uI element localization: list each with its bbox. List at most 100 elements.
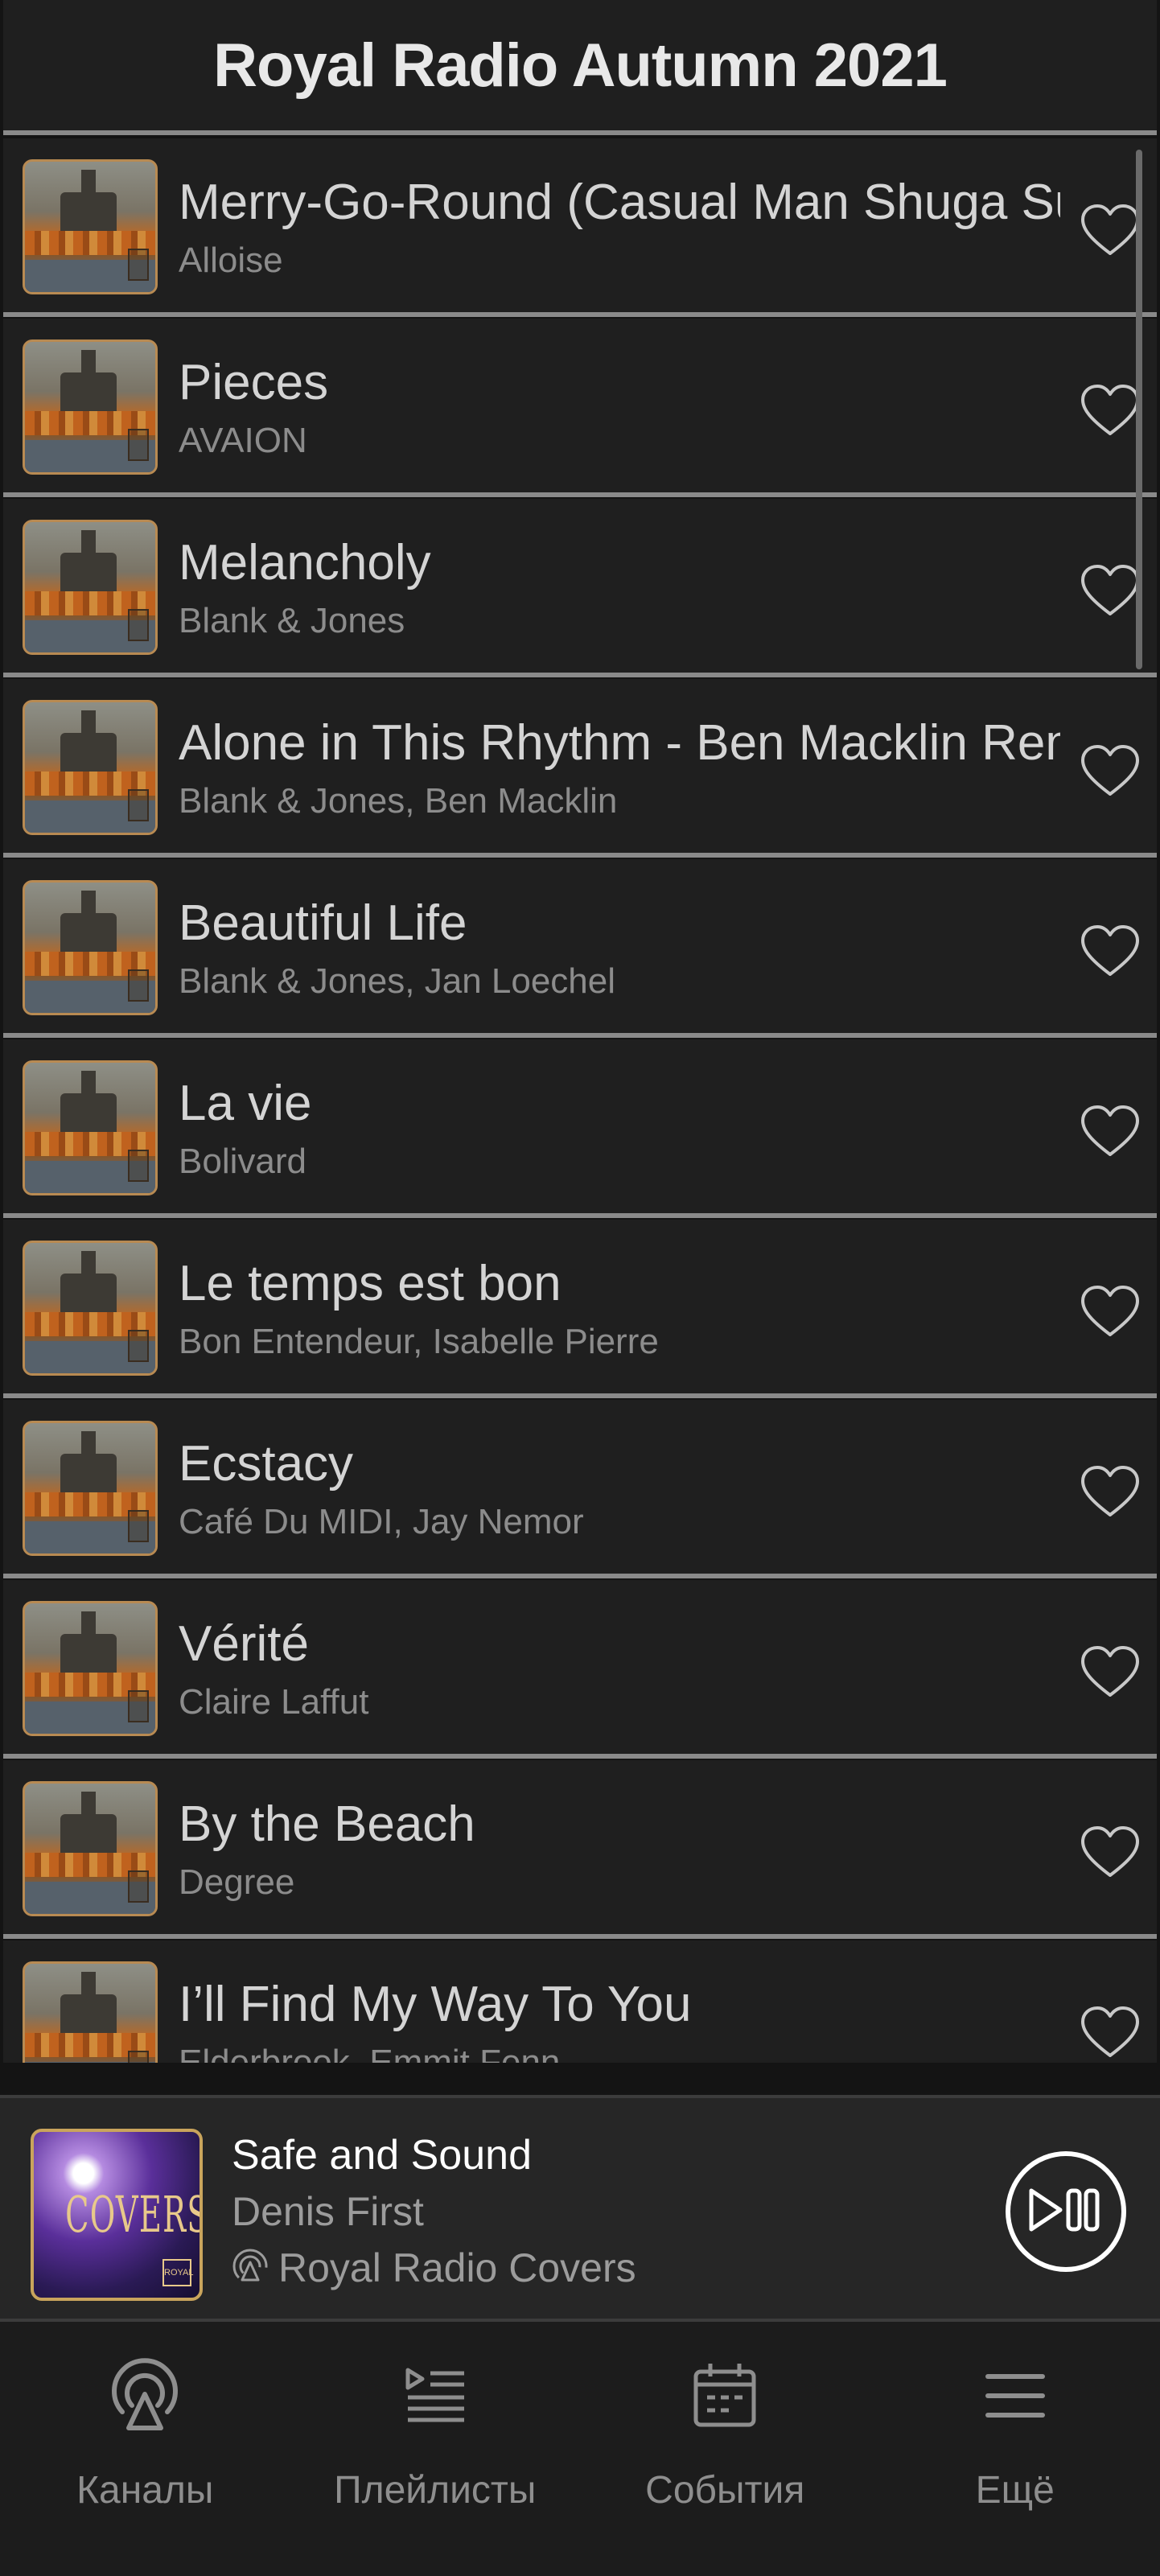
track-title: Beautiful Life	[179, 895, 467, 951]
now-playing-artist: Denis First	[232, 2189, 424, 2234]
now-playing-title: Safe and Sound	[232, 2132, 532, 2179]
track-artist: Elderbrook, Emmit Fenn	[179, 2043, 561, 2063]
track-cover	[23, 880, 158, 1015]
track-row[interactable]: Vérité Claire Laffut	[3, 1580, 1157, 1759]
cover-mark	[128, 1330, 149, 1362]
track-cover	[23, 1781, 158, 1916]
play-pause-icon	[1022, 2178, 1110, 2246]
track-title: I’ll Find My Way To You	[179, 1977, 692, 2032]
header: Royal Radio Autumn 2021	[3, 0, 1157, 135]
bottom-nav: Каналы Плейлисты События Ещё	[0, 2322, 1160, 2576]
track-separator	[3, 312, 1157, 317]
track-artist: Blank & Jones	[179, 601, 405, 640]
nav-label: События	[645, 2469, 805, 2512]
page-title: Royal Radio Autumn 2021	[213, 31, 948, 100]
track-artist: Blank & Jones, Jan Loechel	[179, 961, 616, 1001]
track-artist: Café Du MIDI, Jay Nemor	[179, 1502, 584, 1541]
track-row[interactable]: Beautiful Life Blank & Jones, Jan Loechel	[3, 859, 1157, 1038]
heart-icon[interactable]	[1078, 562, 1142, 619]
heart-icon[interactable]	[1078, 1823, 1142, 1881]
cover-mark	[128, 609, 149, 641]
cover-mark	[128, 1510, 149, 1542]
heart-icon[interactable]	[1078, 922, 1142, 980]
track-cover	[23, 339, 158, 475]
track-separator	[3, 492, 1157, 497]
track-title: By the Beach	[179, 1796, 475, 1852]
cover-mark	[128, 2051, 149, 2063]
radio-icon	[105, 2356, 185, 2436]
cover-mark	[128, 1870, 149, 1903]
track-artist: AVAION	[179, 421, 307, 460]
nav-events[interactable]: События	[580, 2322, 870, 2576]
heart-icon[interactable]	[1078, 1282, 1142, 1340]
heart-icon[interactable]	[1078, 1463, 1142, 1520]
track-title: Pieces	[179, 355, 329, 410]
play-pause-button[interactable]	[1006, 2151, 1126, 2272]
track-row[interactable]: Alone in This Rhythm - Ben Macklin Remix…	[3, 679, 1157, 858]
track-list[interactable]: Merry-Go-Round (Casual Man Shuga Sun Rem…	[3, 138, 1157, 2063]
nav-label: Плейлисты	[334, 2469, 537, 2512]
track-row[interactable]: Ecstacy Café Du MIDI, Jay Nemor	[3, 1400, 1157, 1578]
nav-more[interactable]: Ещё	[870, 2322, 1160, 2576]
cover-mark	[128, 429, 149, 461]
menu-icon	[975, 2356, 1055, 2436]
track-cover	[23, 1060, 158, 1195]
track-row[interactable]: La vie Bolivard	[3, 1039, 1157, 1218]
track-separator	[3, 853, 1157, 858]
track-row[interactable]: Merry-Go-Round (Casual Man Shuga Sun Rem…	[3, 138, 1157, 317]
track-title: La vie	[179, 1076, 312, 1131]
track-artist: Bon Entendeur, Isabelle Pierre	[179, 1322, 659, 1361]
track-artist: Blank & Jones, Ben Macklin	[179, 781, 618, 821]
nav-playlists[interactable]: Плейлисты	[290, 2322, 581, 2576]
track-separator	[3, 1574, 1157, 1578]
track-artist: Alloise	[179, 241, 283, 280]
now-playing-cover[interactable]: COVERS ROYAL	[31, 2129, 203, 2301]
nav-label: Каналы	[76, 2469, 214, 2512]
track-artist: Bolivard	[179, 1142, 306, 1181]
scrollbar[interactable]	[1136, 150, 1142, 669]
heart-icon[interactable]	[1078, 1102, 1142, 1160]
track-row[interactable]: Melancholy Blank & Jones	[3, 499, 1157, 677]
track-row[interactable]: Le temps est bon Bon Entendeur, Isabelle …	[3, 1220, 1157, 1398]
track-separator	[3, 1033, 1157, 1038]
track-cover	[23, 1241, 158, 1376]
track-separator	[3, 1393, 1157, 1398]
playlist-icon	[395, 2356, 475, 2436]
heart-icon[interactable]	[1078, 2003, 1142, 2061]
track-title: Merry-Go-Round (Casual Man Shuga Sun Rem…	[179, 175, 1060, 230]
track-artist: Claire Laffut	[179, 1682, 369, 1722]
track-title: Le temps est bon	[179, 1256, 561, 1311]
track-cover	[23, 1421, 158, 1556]
heart-icon[interactable]	[1078, 201, 1142, 259]
nav-channels[interactable]: Каналы	[0, 2322, 290, 2576]
track-separator	[3, 1754, 1157, 1759]
now-playing-bar[interactable]: COVERS ROYAL Safe and Sound Denis First …	[0, 2095, 1160, 2322]
track-cover	[23, 700, 158, 835]
cover-brand: ROYAL	[162, 2259, 193, 2286]
track-title: Vérité	[179, 1616, 309, 1672]
cover-mark	[128, 1690, 149, 1722]
nav-label: Ещё	[975, 2469, 1055, 2512]
track-separator	[3, 673, 1157, 677]
track-artist: Degree	[179, 1862, 295, 1902]
heart-icon[interactable]	[1078, 1643, 1142, 1701]
track-cover	[23, 159, 158, 294]
track-row[interactable]: I’ll Find My Way To You Elderbrook, Emmit…	[3, 1940, 1157, 2063]
track-separator	[3, 1934, 1157, 1939]
cover-mark	[128, 249, 149, 281]
cover-mark	[128, 789, 149, 821]
calendar-icon	[685, 2356, 765, 2436]
track-row[interactable]: By the Beach Degree	[3, 1760, 1157, 1939]
track-title: Alone in This Rhythm - Ben Macklin Remix	[179, 715, 1060, 771]
track-cover	[23, 520, 158, 655]
track-title: Ecstacy	[179, 1436, 354, 1492]
cover-text: COVERS	[65, 2185, 203, 2244]
heart-icon[interactable]	[1078, 742, 1142, 800]
heart-icon[interactable]	[1078, 381, 1142, 439]
track-separator	[3, 1213, 1157, 1218]
channel-label: Royal Radio Covers	[278, 2245, 636, 2290]
track-cover	[23, 1961, 158, 2063]
now-playing-channel[interactable]: Royal Radio Covers	[232, 2243, 636, 2293]
track-row[interactable]: Pieces AVAION	[3, 319, 1157, 497]
track-cover	[23, 1601, 158, 1736]
